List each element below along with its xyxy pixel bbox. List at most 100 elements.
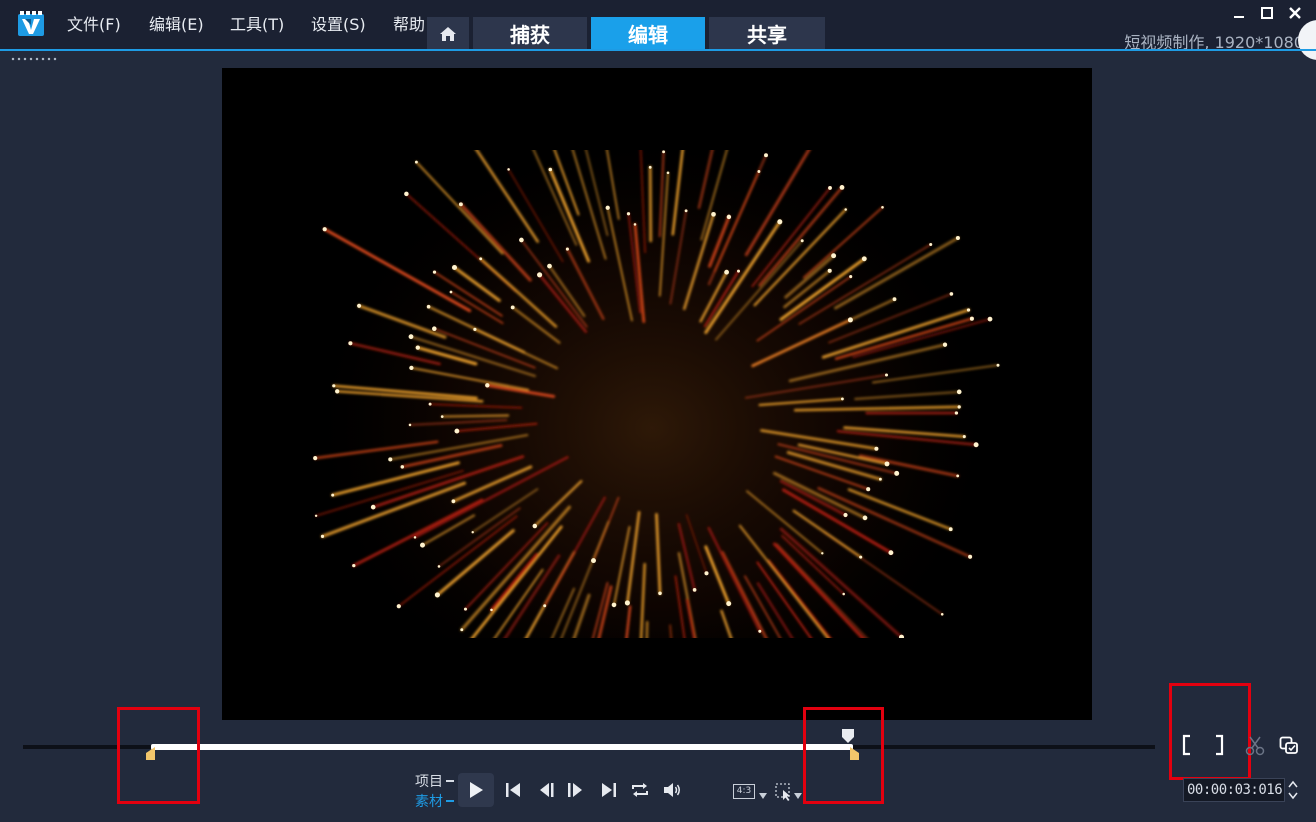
firework-spark (821, 552, 824, 555)
firework-spark (973, 442, 979, 448)
drag-handle[interactable] (10, 57, 58, 61)
firework-spark (624, 600, 630, 606)
firework-spark (948, 527, 953, 532)
firework-spark (633, 223, 637, 226)
firework-spark (320, 534, 325, 538)
firework-spark (331, 493, 335, 497)
app-logo-icon (18, 11, 44, 36)
mode-clip-label[interactable]: 素材 (415, 791, 443, 811)
firework-spark (485, 383, 490, 388)
step-forward-icon[interactable] (565, 780, 585, 800)
firework-spark (842, 592, 845, 596)
highlight-box-trim-out (803, 707, 884, 804)
maximize-icon[interactable] (1260, 6, 1274, 20)
menu-settings[interactable]: 设置(S) (311, 14, 366, 36)
mode-project-label[interactable]: 项目 (415, 771, 443, 791)
aspect-ratio-button[interactable]: 4:3 (733, 784, 755, 799)
firework-spark (537, 272, 543, 278)
firework-spark (605, 205, 610, 210)
firework-spark (764, 153, 768, 158)
menu-help[interactable]: 帮助 (393, 14, 429, 36)
preview-window (222, 68, 1092, 720)
firework-spark (332, 384, 336, 388)
firework-spark (940, 612, 944, 616)
mode-clip-dash (446, 800, 454, 802)
firework-spark (413, 536, 417, 539)
mark-out-button[interactable] (1212, 733, 1226, 757)
firework-spark (987, 316, 993, 322)
firework-spark (955, 235, 960, 241)
minimize-icon[interactable] (1232, 6, 1246, 20)
firework-spark (862, 515, 868, 521)
firework-spark (874, 446, 879, 451)
firework-spark (662, 150, 666, 154)
menu-file[interactable]: 文件(F) (67, 14, 121, 36)
firework-spark (352, 563, 356, 568)
home-icon (440, 26, 456, 41)
menu-edit[interactable]: 编辑(E) (149, 14, 204, 36)
firework-spark (956, 389, 962, 395)
step-back-icon[interactable] (537, 780, 557, 800)
firework-spark (490, 608, 493, 612)
firework-spark (884, 461, 890, 467)
firework-spark (692, 588, 697, 592)
chevron-down-icon[interactable] (759, 793, 767, 799)
repeat-icon[interactable] (630, 780, 650, 800)
skip-to-start-icon[interactable] (503, 780, 523, 800)
firework-spark (454, 428, 460, 434)
chevron-down-icon[interactable] (794, 793, 802, 799)
selection-tool-icon[interactable] (775, 783, 793, 801)
firework-spark (426, 304, 431, 309)
firework-spark (408, 334, 414, 340)
firework-spark (314, 514, 318, 518)
play-button[interactable] (458, 773, 494, 807)
scissors-icon[interactable] (1244, 735, 1266, 757)
firework-spark (400, 465, 405, 469)
firework-spark (884, 373, 889, 377)
firework-spark (881, 205, 884, 209)
firework-spark (460, 628, 464, 632)
firework-spark (648, 165, 652, 169)
timecode-field[interactable]: 00:00:03:016 (1183, 778, 1285, 802)
window-controls (1232, 6, 1302, 20)
firework-ray (648, 165, 653, 243)
firework-spark (565, 247, 569, 251)
firework-spark (357, 303, 362, 308)
firework-spark (827, 268, 832, 273)
firework-spark (962, 435, 966, 439)
firework-spark (711, 211, 716, 217)
firework-spark (861, 256, 867, 262)
timecode-spinner-icon[interactable] (1287, 779, 1299, 801)
highlight-box-trim-in (117, 707, 200, 804)
firework-spark (757, 170, 761, 173)
firework-spark (758, 629, 762, 633)
firework-spark (666, 171, 670, 175)
menu-tools[interactable]: 工具(T) (230, 14, 284, 36)
firework-spark (844, 208, 847, 211)
firework-spark (428, 402, 432, 406)
firework-spark (415, 345, 420, 350)
copy-to-clipboard-icon[interactable] (1279, 735, 1299, 755)
firework-spark (414, 160, 418, 164)
firework-spark (626, 212, 631, 216)
firework-spark (449, 290, 453, 294)
tab-edit[interactable]: 编辑 (591, 17, 705, 50)
tab-share[interactable]: 共享 (709, 17, 825, 50)
firework-spark (510, 305, 515, 310)
volume-icon[interactable] (662, 780, 682, 800)
tab-home[interactable] (427, 17, 469, 50)
firework-spark (547, 263, 552, 269)
firework-spark (704, 571, 709, 576)
firework-spark (396, 604, 401, 609)
firework-spark (335, 389, 340, 394)
tab-capture[interactable]: 捕获 (473, 17, 587, 50)
firework-spark (458, 202, 463, 207)
firework-spark (726, 214, 732, 220)
firework-spark (519, 237, 524, 243)
trim-selection[interactable] (150, 744, 853, 750)
skip-to-end-icon[interactable] (599, 780, 619, 800)
mark-in-button[interactable] (1180, 733, 1194, 757)
close-icon[interactable] (1288, 6, 1302, 20)
mode-project-dash (446, 780, 454, 782)
firework-spark (726, 601, 732, 607)
